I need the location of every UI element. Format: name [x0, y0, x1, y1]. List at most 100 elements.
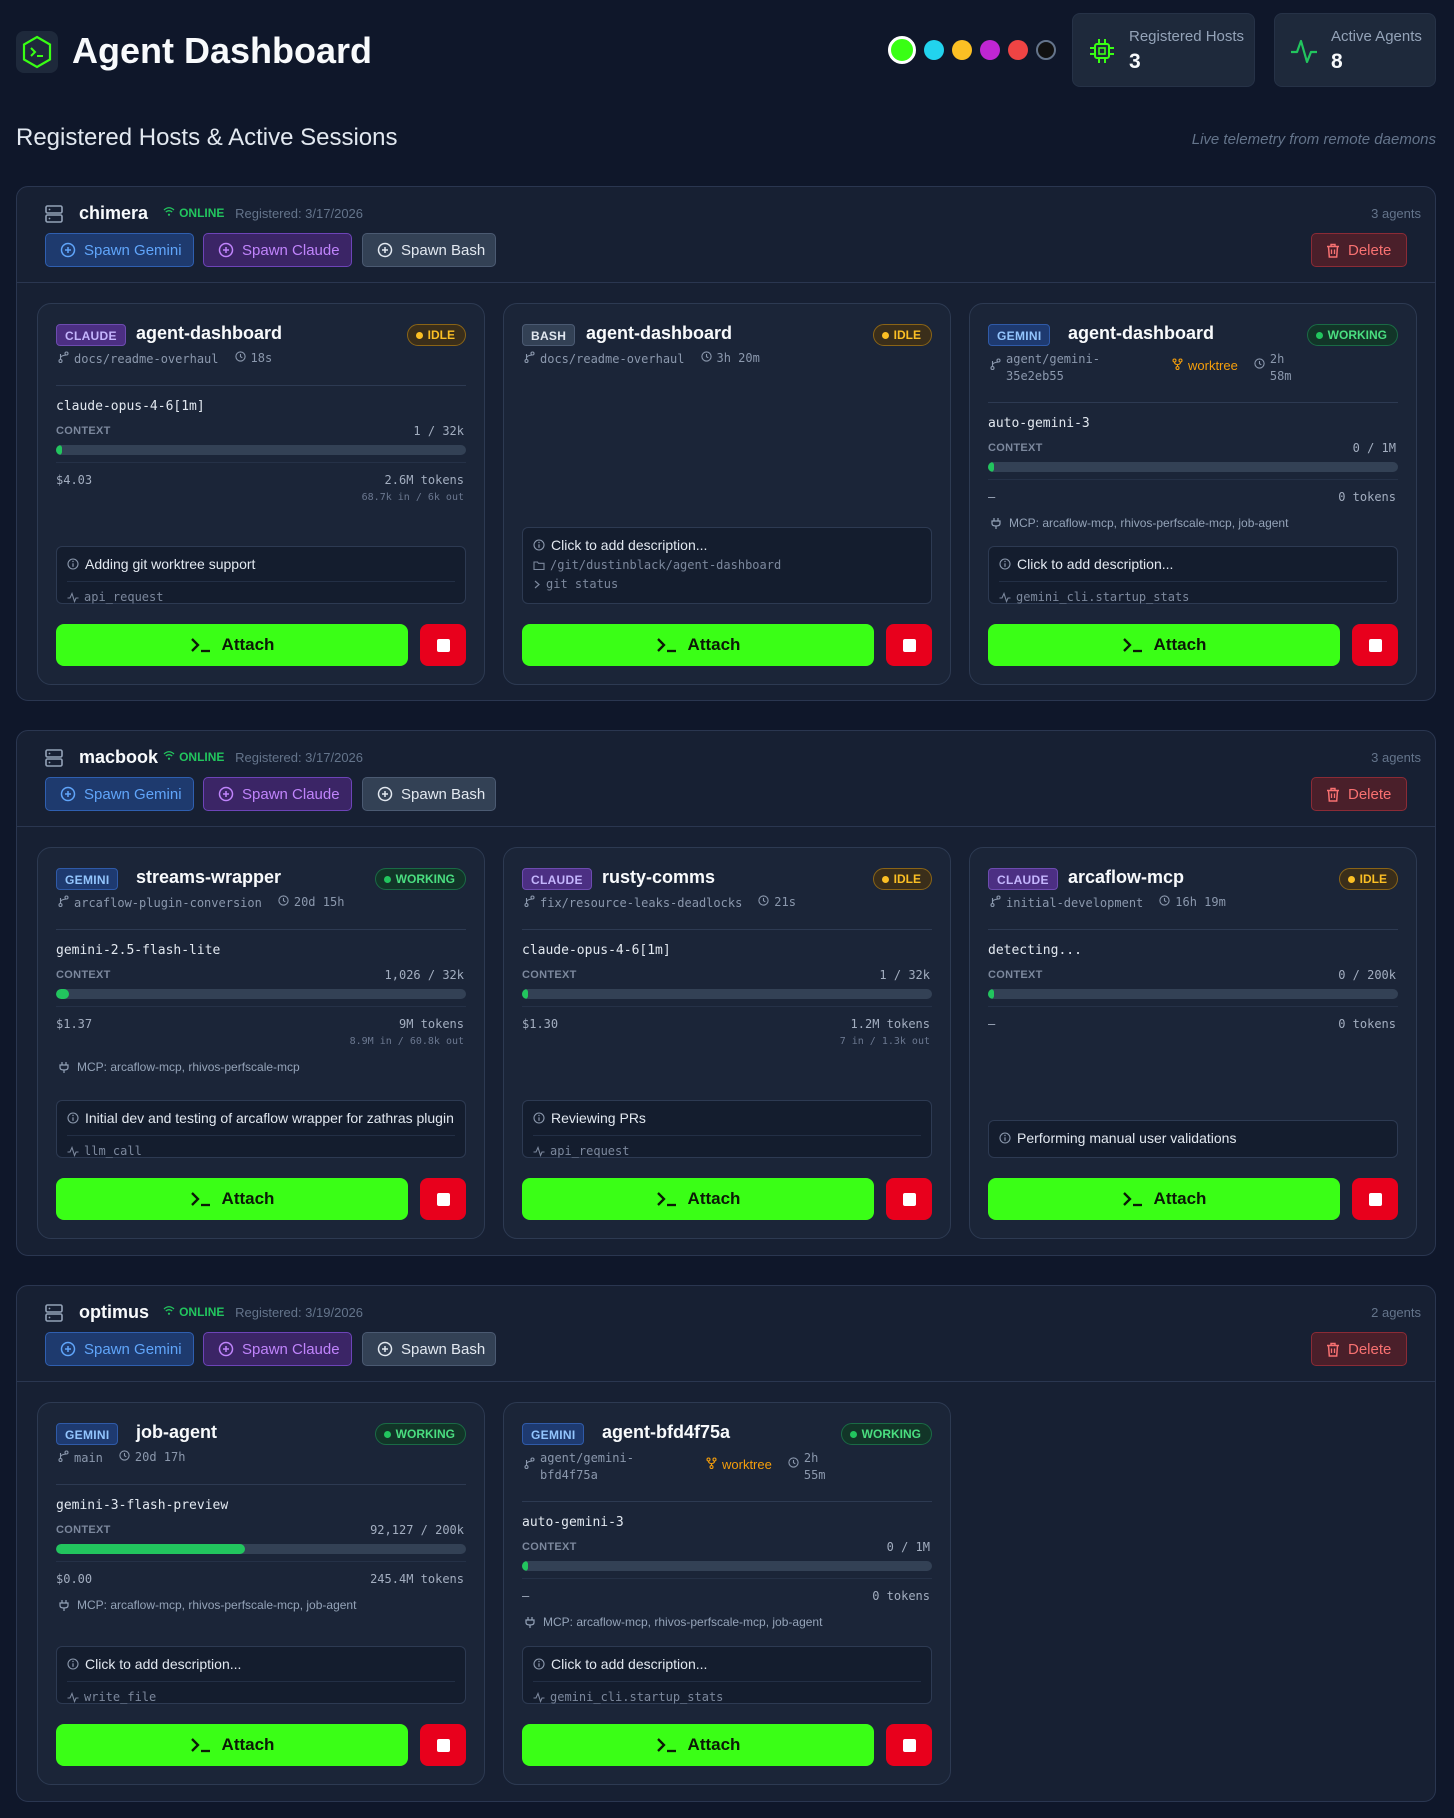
- activity-text: gemini_cli.startup_stats: [550, 1690, 724, 1704]
- clock-icon: [700, 351, 717, 365]
- info-icon: [533, 539, 551, 551]
- attach-button[interactable]: Attach: [988, 624, 1340, 666]
- agent-card: GEMINI agent-bfd4f75a WORKING agent/gemini-…: [503, 1402, 951, 1785]
- attach-button[interactable]: Attach: [988, 1178, 1340, 1220]
- attach-button[interactable]: Attach: [56, 624, 408, 666]
- spawn-bash-button[interactable]: Spawn Bash: [362, 777, 496, 811]
- agent-meta: initial-development 16h 19m: [990, 895, 1242, 910]
- activity-text: write_file: [84, 1690, 157, 1704]
- agent-description[interactable]: Click to add description... /git/dustinbl…: [522, 527, 932, 604]
- spawn-gemini-button[interactable]: Spawn Gemini: [45, 233, 194, 267]
- description-label: Click to add description...: [551, 537, 708, 553]
- agent-count: 2 agents: [1371, 1305, 1421, 1320]
- spawn-claude-button[interactable]: Spawn Claude: [203, 1332, 352, 1366]
- git-branch: docs/readme-overhaul: [524, 351, 685, 366]
- delete-host-button[interactable]: Delete: [1311, 777, 1407, 811]
- stat-label: Registered Hosts: [1129, 28, 1245, 45]
- worktree-icon: [1172, 358, 1188, 373]
- theme-color-swatch[interactable]: [1008, 40, 1028, 60]
- token-count: 245.4M tokens: [370, 1572, 464, 1586]
- theme-color-swatch[interactable]: [980, 40, 1000, 60]
- agent-status-badge: WORKING: [374, 1423, 466, 1445]
- description-label: Initial dev and testing of arcaflow wrap…: [85, 1110, 454, 1126]
- info-icon: [999, 1132, 1017, 1144]
- agent-description[interactable]: Click to add description... gemini_cli.st…: [522, 1646, 932, 1704]
- agent-count: 3 agents: [1371, 750, 1421, 765]
- divider: [999, 581, 1387, 582]
- attach-button[interactable]: Attach: [522, 1724, 874, 1766]
- spawn-gemini-button[interactable]: Spawn Gemini: [45, 777, 194, 811]
- server-icon: [44, 1303, 64, 1323]
- theme-color-swatch[interactable]: [924, 40, 944, 60]
- context-label: CONTEXT: [56, 1524, 111, 1536]
- activity-pulse-icon: [67, 591, 84, 603]
- button-label: Attach: [687, 1735, 741, 1754]
- context-usage-bar: [56, 1544, 466, 1554]
- wifi-icon: [163, 750, 179, 764]
- button-label: Attach: [221, 1735, 275, 1754]
- git-branch-icon: [990, 358, 1006, 373]
- session-time: 20d 17h: [119, 1450, 185, 1464]
- agent-description[interactable]: Performing manual user validations: [988, 1120, 1398, 1158]
- agent-description[interactable]: Click to add description... write_file: [56, 1646, 466, 1704]
- stop-agent-button[interactable]: [420, 1724, 466, 1766]
- activity-text: api_request: [550, 1144, 630, 1158]
- git-branch: agent/gemini-bfd4f75a: [524, 1450, 690, 1484]
- activity-text: gemini_cli.startup_stats: [1016, 590, 1190, 604]
- agent-card: CLAUDE rusty-comms IDLE fix/resource-leaks-…: [503, 847, 951, 1239]
- agent-name: job-agent: [136, 1422, 217, 1442]
- plus-circle-icon: [60, 1341, 84, 1357]
- mcp-list: MCP: arcaflow-mcp, rhivos-perfscale-mcp,…: [1009, 516, 1289, 530]
- stat-label: Active Agents: [1331, 28, 1422, 45]
- spawn-bash-button[interactable]: Spawn Bash: [362, 233, 496, 267]
- plug-icon: [990, 517, 1009, 530]
- description-label: Adding git worktree support: [85, 556, 256, 572]
- agent-description[interactable]: Reviewing PRs api_request: [522, 1100, 932, 1158]
- theme-color-swatch[interactable]: [888, 36, 916, 64]
- stop-agent-button[interactable]: [1352, 1178, 1398, 1220]
- stop-agent-button[interactable]: [886, 1724, 932, 1766]
- spawn-claude-button[interactable]: Spawn Claude: [203, 777, 352, 811]
- terminal-icon: [656, 1190, 688, 1208]
- delete-host-button[interactable]: Delete: [1311, 1332, 1407, 1366]
- divider: [56, 929, 466, 930]
- stop-icon: [1368, 1192, 1382, 1206]
- stop-agent-button[interactable]: [420, 1178, 466, 1220]
- context-usage-fill: [988, 989, 994, 999]
- stop-agent-button[interactable]: [886, 1178, 932, 1220]
- divider: [988, 479, 1398, 480]
- wifi-icon: [163, 206, 179, 220]
- attach-button[interactable]: Attach: [56, 1178, 408, 1220]
- stop-agent-button[interactable]: [886, 624, 932, 666]
- agent-description[interactable]: Initial dev and testing of arcaflow wrap…: [56, 1100, 466, 1158]
- delete-host-button[interactable]: Delete: [1311, 233, 1407, 267]
- stop-agent-button[interactable]: [1352, 624, 1398, 666]
- terminal-icon: [1122, 636, 1154, 654]
- terminal-icon: [190, 1736, 222, 1754]
- context-label: CONTEXT: [56, 425, 111, 437]
- git-branch-icon: [58, 1450, 74, 1465]
- agent-description[interactable]: Click to add description... gemini_cli.st…: [988, 546, 1398, 604]
- mcp-servers: MCP: arcaflow-mcp, rhivos-perfscale-mcp,…: [990, 516, 1288, 530]
- stop-agent-button[interactable]: [420, 624, 466, 666]
- host-panel: optimus ONLINE Registered: 3/19/2026 2 agen…: [16, 1285, 1436, 1802]
- context-label: CONTEXT: [522, 969, 577, 981]
- spawn-gemini-button[interactable]: Spawn Gemini: [45, 1332, 194, 1366]
- worktree-indicator: worktree: [1172, 358, 1238, 373]
- theme-color-swatch[interactable]: [952, 40, 972, 60]
- attach-button[interactable]: Attach: [522, 624, 874, 666]
- spawn-bash-button[interactable]: Spawn Bash: [362, 1332, 496, 1366]
- mcp-list: MCP: arcaflow-mcp, rhivos-perfscale-mcp: [77, 1060, 300, 1074]
- theme-color-swatch[interactable]: [1036, 40, 1056, 60]
- agent-description[interactable]: Adding git worktree support api_request: [56, 546, 466, 604]
- worktree-label: worktree: [722, 1457, 772, 1472]
- status-label: IDLE: [893, 872, 921, 886]
- divider: [988, 402, 1398, 403]
- spawn-claude-button[interactable]: Spawn Claude: [203, 233, 352, 267]
- attach-button[interactable]: Attach: [56, 1724, 408, 1766]
- branch-name: main: [74, 1450, 103, 1465]
- attach-button[interactable]: Attach: [522, 1178, 874, 1220]
- status-dot: [415, 331, 423, 339]
- button-label: Spawn Gemini: [84, 1340, 182, 1358]
- activity-pulse-icon: [67, 1691, 84, 1703]
